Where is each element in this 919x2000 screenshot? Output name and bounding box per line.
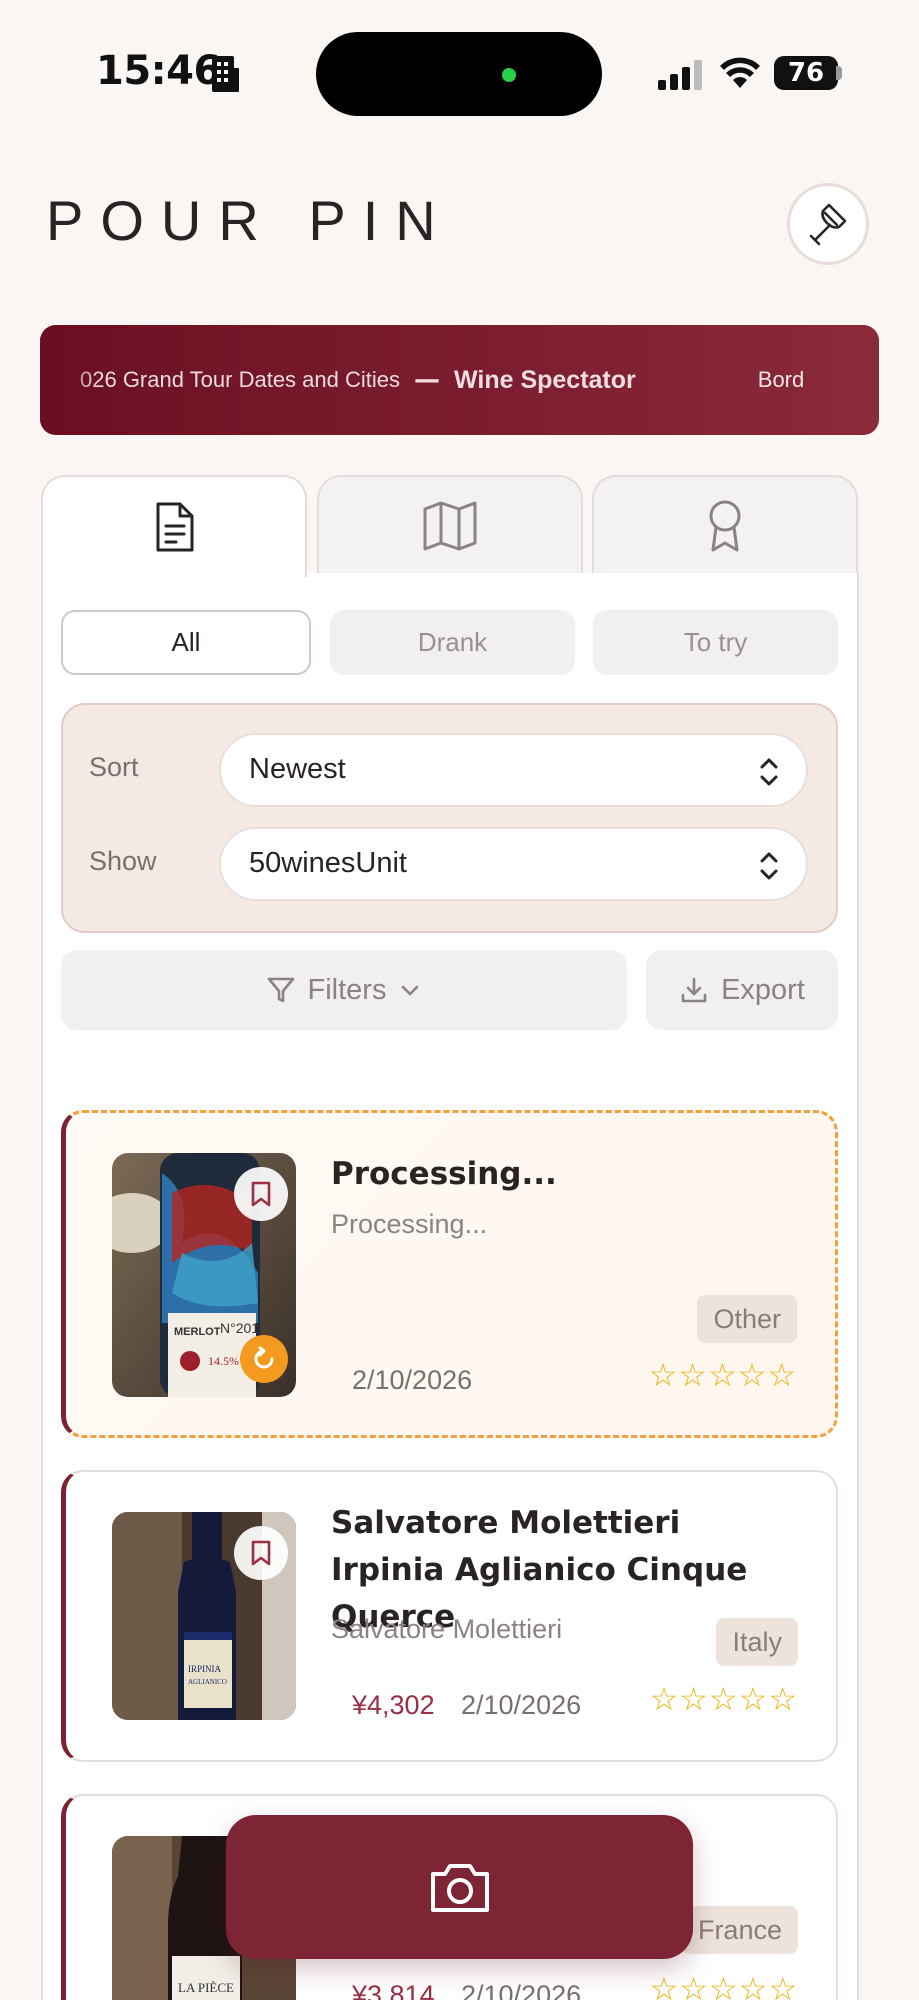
wine-card[interactable]: IRPINIA AGLIANICO Salvatore Molettieri I…	[61, 1470, 838, 1762]
ticker-headline[interactable]: 026 Grand Tour Dates and Cities	[80, 367, 400, 393]
show-select-value: 50winesUnit	[249, 847, 407, 879]
chevron-down-icon	[402, 985, 419, 996]
ticker-next-headline[interactable]: Bord	[758, 367, 804, 393]
svg-text:LA PIÈCE: LA PIÈCE	[178, 1980, 234, 1995]
wine-date: 2/10/2026	[461, 1690, 582, 1720]
tab-list[interactable]	[41, 475, 307, 577]
sort-label: Sort	[89, 752, 139, 782]
wine-producer: Processing...	[331, 1209, 488, 1239]
pin-profile-button[interactable]	[787, 183, 869, 265]
wine-date: 2/10/2026	[461, 1980, 582, 2000]
filters-button[interactable]: Filters	[61, 950, 627, 1030]
svg-text:14.5%: 14.5%	[208, 1354, 239, 1368]
wine-producer: Salvatore Molettieri	[331, 1614, 563, 1644]
segment-to-try[interactable]: To try	[593, 610, 838, 675]
bookmark-button[interactable]	[234, 1167, 288, 1221]
camera-button[interactable]	[226, 1815, 693, 1959]
segment-drank[interactable]: Drank	[330, 610, 575, 675]
wine-price: ¥3,814	[352, 1980, 435, 2000]
chevron-up-down-icon	[760, 852, 778, 880]
wine-photo: MERLOT N°201 14.5%	[112, 1153, 296, 1397]
map-icon	[423, 501, 477, 551]
show-label: Show	[89, 846, 157, 876]
bookmark-icon	[251, 1181, 271, 1207]
wine-date: 2/10/2026	[352, 1365, 473, 1395]
battery-indicator: 76	[774, 56, 838, 90]
document-icon	[156, 502, 194, 552]
show-select[interactable]: 50winesUnit	[219, 827, 808, 901]
svg-text:AGLIANICO: AGLIANICO	[188, 1678, 227, 1686]
wine-glass-pin-icon	[809, 203, 847, 246]
refresh-icon	[254, 1346, 274, 1369]
ticker-track: 026 Grand Tour Dates and Cities — Wine S…	[80, 325, 879, 435]
bookmark-icon	[251, 1540, 271, 1566]
filters-label: Filters	[307, 973, 387, 1006]
camera-icon	[430, 1864, 489, 1912]
building-icon	[212, 56, 239, 92]
battery-nub	[836, 66, 842, 80]
filter-icon	[267, 977, 294, 1003]
segment-all[interactable]: All	[61, 610, 311, 675]
status-time: 15:46	[96, 48, 221, 94]
rating-stars[interactable]: ☆☆☆☆☆	[650, 1970, 798, 2000]
signal-icon	[658, 60, 702, 90]
camera-indicator-dot	[502, 68, 516, 82]
processing-refresh-button[interactable]	[240, 1335, 288, 1383]
download-icon	[681, 977, 707, 1003]
chevron-up-down-icon	[760, 758, 778, 786]
ticker-separator: —	[414, 365, 440, 395]
award-icon	[709, 500, 741, 552]
rating-stars[interactable]: ☆☆☆☆☆	[650, 1680, 798, 1718]
tab-map[interactable]	[317, 475, 583, 575]
wine-region-tag: France	[681, 1906, 798, 1954]
rating-stars[interactable]: ☆☆☆☆☆	[649, 1356, 797, 1394]
tab-awards[interactable]	[592, 475, 858, 575]
export-label: Export	[721, 973, 805, 1006]
svg-text:N°201: N°201	[220, 1320, 259, 1336]
export-button[interactable]: Export	[646, 950, 838, 1030]
sort-select[interactable]: Newest	[219, 733, 808, 807]
ticker-source: Wine Spectator	[454, 365, 636, 394]
svg-text:IRPINIA: IRPINIA	[188, 1664, 221, 1674]
wifi-icon	[720, 57, 760, 88]
sort-select-value: Newest	[249, 753, 346, 785]
ticker-fade-right	[819, 325, 879, 435]
wine-region-tag: Italy	[716, 1618, 798, 1666]
news-ticker[interactable]: 026 Grand Tour Dates and Cities — Wine S…	[40, 325, 879, 435]
status-bar: 15:46 76	[0, 0, 919, 150]
wine-price: ¥4,302	[352, 1690, 435, 1720]
svg-text:MERLOT: MERLOT	[174, 1326, 221, 1338]
wine-photo: IRPINIA AGLIANICO	[112, 1512, 296, 1720]
wine-title: Processing...	[331, 1156, 557, 1192]
wine-card-processing[interactable]: MERLOT N°201 14.5% Processing... Process…	[61, 1110, 838, 1438]
dynamic-island	[316, 32, 602, 116]
wine-region-tag: Other	[697, 1295, 797, 1343]
app-logo: POUR PIN	[46, 189, 453, 252]
ticker-fade-left	[40, 325, 100, 435]
bookmark-button[interactable]	[234, 1526, 288, 1580]
